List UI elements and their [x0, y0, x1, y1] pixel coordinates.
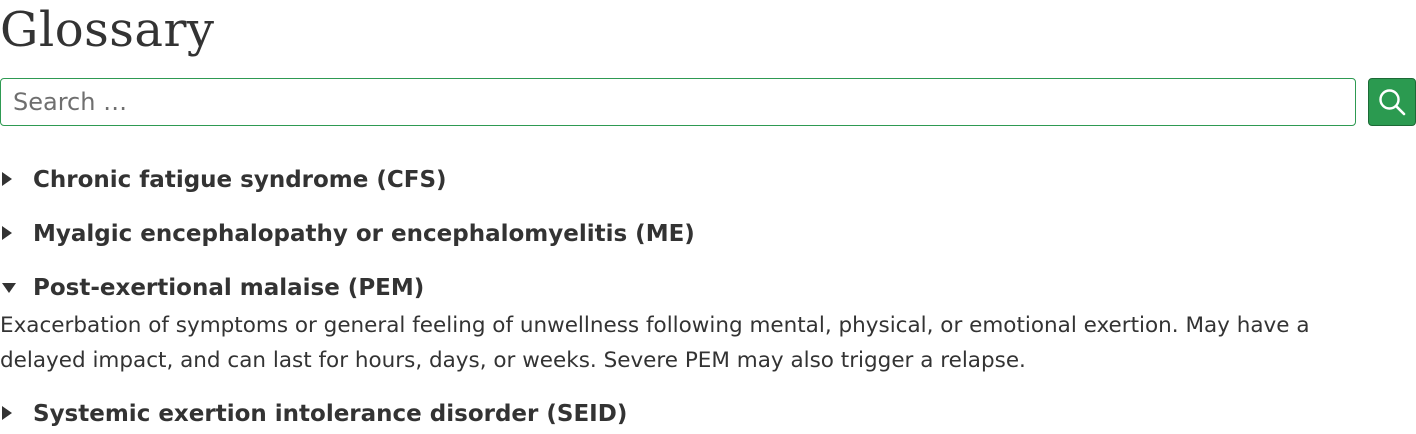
glossary-item-pem: Post-exertional malaise (PEM) Exacerbati… [0, 268, 1416, 373]
page-title: Glossary [0, 2, 215, 58]
caret-right-icon [2, 406, 12, 420]
glossary-term-title: Chronic fatigue syndrome (CFS) [33, 167, 447, 193]
glossary-term-title: Myalgic encephalopathy or encephalomyeli… [33, 221, 695, 247]
glossary-item-toggle[interactable]: Systemic exertion intolerance disorder (… [0, 394, 1416, 434]
search-button[interactable] [1368, 78, 1416, 126]
search-input[interactable] [0, 78, 1356, 126]
glossary-item-seid: Systemic exertion intolerance disorder (… [0, 394, 1416, 434]
glossary-term-definition: Exacerbation of symptoms or general feel… [0, 313, 1310, 373]
glossary-term-title: Systemic exertion intolerance disorder (… [33, 401, 628, 427]
search-icon [1379, 89, 1406, 116]
glossary-item-toggle[interactable]: Myalgic encephalopathy or encephalomyeli… [0, 214, 1416, 254]
glossary-item-cfs: Chronic fatigue syndrome (CFS) [0, 160, 1416, 200]
caret-down-icon [2, 283, 16, 293]
caret-right-icon [2, 172, 12, 186]
glossary-item-toggle[interactable]: Post-exertional malaise (PEM) [0, 268, 1416, 308]
glossary-item-toggle[interactable]: Chronic fatigue syndrome (CFS) [0, 160, 1416, 200]
caret-right-icon [2, 226, 12, 240]
glossary-item-me: Myalgic encephalopathy or encephalomyeli… [0, 214, 1416, 254]
search-bar [0, 78, 1416, 126]
glossary-term-title: Post-exertional malaise (PEM) [33, 275, 425, 301]
